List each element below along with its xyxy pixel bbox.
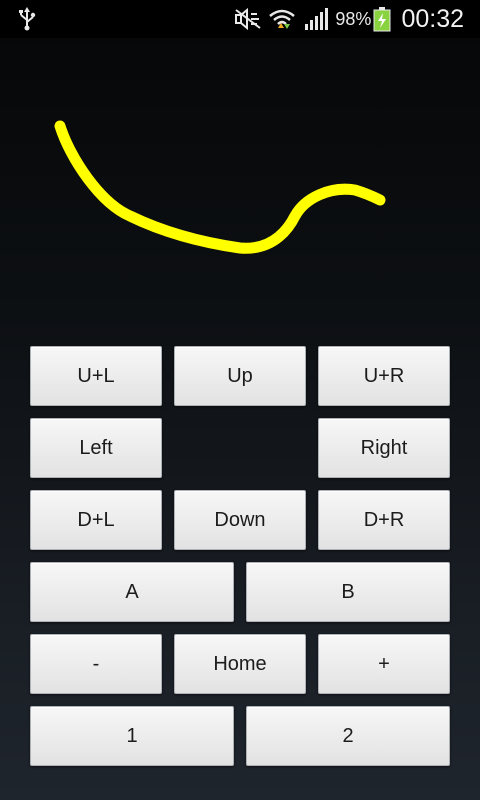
up-left-button[interactable]: U+L <box>30 346 162 406</box>
down-button[interactable]: Down <box>174 490 306 550</box>
down-left-button[interactable]: D+L <box>30 490 162 550</box>
drawing-canvas[interactable] <box>0 38 480 338</box>
clock: 00:32 <box>401 4 464 33</box>
b-button[interactable]: B <box>246 562 450 622</box>
battery-percent: 98% <box>335 8 372 29</box>
down-right-button[interactable]: D+R <box>318 490 450 550</box>
right-button[interactable]: Right <box>318 418 450 478</box>
battery-charging-icon <box>373 7 391 32</box>
one-button[interactable]: 1 <box>30 706 234 766</box>
mute-icon <box>235 7 262 31</box>
home-button[interactable]: Home <box>174 634 306 694</box>
signal-icon <box>305 8 329 30</box>
up-button[interactable]: Up <box>174 346 306 406</box>
status-bar: 98% 00:32 <box>0 0 480 38</box>
drawn-stroke <box>54 120 386 254</box>
two-button[interactable]: 2 <box>246 706 450 766</box>
plus-button[interactable]: + <box>318 634 450 694</box>
left-button[interactable]: Left <box>30 418 162 478</box>
a-button[interactable]: A <box>30 562 234 622</box>
minus-button[interactable]: - <box>30 634 162 694</box>
wifi-icon <box>269 9 296 29</box>
up-right-button[interactable]: U+R <box>318 346 450 406</box>
usb-icon <box>19 7 36 31</box>
